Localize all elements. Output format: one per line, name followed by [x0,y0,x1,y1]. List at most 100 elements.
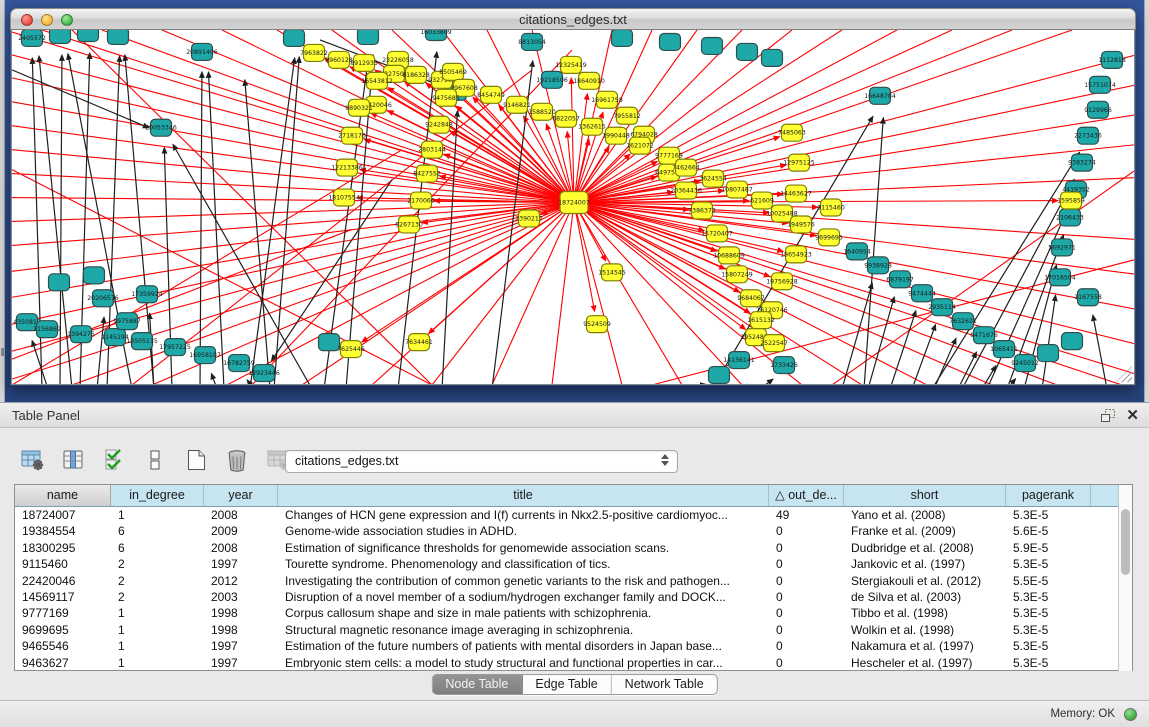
table-cell[interactable]: 1998 [204,605,278,621]
yellow-node[interactable]: 10688609 [713,247,745,264]
column-header-in_degree[interactable]: in_degree [111,485,204,506]
table-cell[interactable]: 2009 [204,523,278,539]
yellow-node[interactable]: 2718176 [338,127,366,144]
yellow-node[interactable]: 8454749 [477,86,505,103]
delete-column-button[interactable] [223,446,251,474]
table-selector-dropdown[interactable]: citations_edges.txt [285,450,678,473]
yellow-node[interactable]: 621609 [750,192,774,209]
table-cell[interactable]: 5.5E-5 [1006,573,1091,589]
table-cell[interactable]: 0 [769,605,844,621]
table-row[interactable]: 1872400712008Changes of HCN gene express… [15,507,1118,523]
table-cell[interactable]: 0 [769,556,844,572]
table-cell[interactable]: 2008 [204,507,278,523]
table-cell[interactable]: 5.3E-5 [1006,638,1091,654]
table-cell[interactable]: Genome-wide association studies in ADHD. [278,523,769,539]
table-row[interactable]: 911546021997Tourette syndrome. Phenomeno… [15,556,1118,572]
yellow-node[interactable]: 8267130 [395,216,423,233]
yellow-node[interactable]: 9524509 [583,316,611,333]
splitter-collapse-icon[interactable] [1,348,4,356]
teal-node[interactable] [284,30,305,46]
tab-edge-table[interactable]: Edge Table [522,675,611,694]
network-window-titlebar[interactable]: citations_edges.txt [10,8,1136,30]
table-cell[interactable]: Wolkin et al. (1998) [844,622,1006,638]
yellow-node[interactable]: 14463627 [780,185,812,202]
table-row[interactable]: 1830029562008Estimation of significance … [15,540,1118,556]
table-cell[interactable]: 9699695 [15,622,111,638]
table-cell[interactable]: Tibbo et al. (1998) [844,605,1006,621]
teal-node[interactable]: 9383274 [1068,154,1096,171]
teal-node[interactable]: 2405572 [18,30,46,46]
table-cell[interactable]: Embryonic stem cells: a model to study s… [278,655,769,671]
column-header-year[interactable]: year [204,485,278,506]
table-cell[interactable]: 9777169 [15,605,111,621]
yellow-node[interactable]: 3624554 [699,170,727,187]
network-canvas[interactable]: 2405572208914061603380978572298813054192… [11,30,1135,385]
table-cell[interactable]: 1997 [204,638,278,654]
teal-node[interactable]: 5692971 [1048,239,1076,256]
table-cell[interactable]: 0 [769,622,844,638]
table-cell[interactable]: 22420046 [15,573,111,589]
table-cell[interactable]: de Silva et al. (2003) [844,589,1006,605]
table-cell[interactable]: 2 [111,589,204,605]
hub-node[interactable]: 18724007 [558,192,590,214]
column-header-title[interactable]: title [278,485,769,506]
teal-node[interactable] [612,30,633,46]
yellow-node[interactable]: 1595859 [1057,192,1085,209]
yellow-node[interactable]: 19654923 [780,246,812,263]
yellow-node[interactable]: 7462664 [672,159,700,176]
teal-node[interactable] [762,49,783,66]
table-cell[interactable]: 0 [769,573,844,589]
table-cell[interactable]: Disruption of a novel member of a sodium… [278,589,769,605]
teal-node[interactable]: 17359924 [131,286,163,303]
column-header-out_de[interactable]: △ out_de... [769,485,844,506]
table-cell[interactable]: 5.3E-5 [1006,605,1091,621]
yellow-node[interactable]: 9242848 [425,116,453,133]
teal-node[interactable]: 16033809 [420,30,452,40]
table-row[interactable]: 977716911998Corpus callosum shape and si… [15,605,1118,621]
teal-node[interactable] [358,30,379,44]
yellow-node[interactable]: 2170066 [407,192,435,209]
table-cell[interactable]: 5.3E-5 [1006,507,1091,523]
teal-node[interactable]: 1733426 [770,357,798,374]
table-cell[interactable]: 0 [769,523,844,539]
teal-node[interactable]: 9129966 [1084,101,1112,118]
column-header-name[interactable]: name [15,485,111,506]
table-cell[interactable]: Yano et al. (2008) [844,507,1006,523]
table-cell[interactable]: Franke et al. (2009) [844,523,1006,539]
yellow-node[interactable]: 2803144 [418,141,446,158]
table-cell[interactable]: 2 [111,573,204,589]
table-row[interactable]: 1456911722003Disruption of a novel membe… [15,589,1118,605]
yellow-node[interactable]: 7955812 [613,107,641,124]
table-cell[interactable]: 5.9E-5 [1006,540,1091,556]
teal-node[interactable]: 2273436 [1074,127,1102,144]
yellow-node[interactable]: 7485063 [778,124,806,141]
yellow-node[interactable]: 1615132 [747,312,775,329]
teal-node[interactable]: 20053346 [145,119,177,136]
table-cell[interactable]: 0 [769,589,844,605]
table-cell[interactable]: Estimation of the future numbers of pati… [278,638,769,654]
yellow-node[interactable]: 9115460 [817,199,845,216]
yellow-node[interactable]: 9699695 [815,229,843,246]
teal-node[interactable] [49,274,70,291]
memory-status-icon[interactable] [1124,708,1137,721]
table-row[interactable]: 1938455462009Genome-wide association stu… [15,523,1118,539]
teal-node[interactable]: 9245012 [1011,355,1039,372]
table-cell[interactable]: 0 [769,540,844,556]
yellow-node[interactable]: 8912935 [350,54,378,71]
table-cell[interactable]: 5.6E-5 [1006,523,1091,539]
teal-node[interactable]: 2106433 [1056,209,1084,226]
table-cell[interactable]: 0 [769,655,844,671]
tab-network-table[interactable]: Network Table [612,675,717,694]
table-cell[interactable]: 1 [111,655,204,671]
table-scrollbar[interactable] [1118,485,1132,671]
table-cell[interactable]: 6 [111,523,204,539]
teal-node[interactable] [50,30,71,43]
teal-node[interactable]: 17957225 [159,339,191,356]
teal-node[interactable]: 14136141 [723,352,755,369]
yellow-node[interactable]: 18640910 [573,72,605,89]
teal-node[interactable]: 1145194 [101,329,129,346]
teal-node[interactable]: 17016504 [1044,269,1076,286]
float-panel-icon[interactable] [1101,409,1116,423]
yellow-node[interactable]: 8505469 [439,63,467,80]
table-cell[interactable]: 0 [769,638,844,654]
